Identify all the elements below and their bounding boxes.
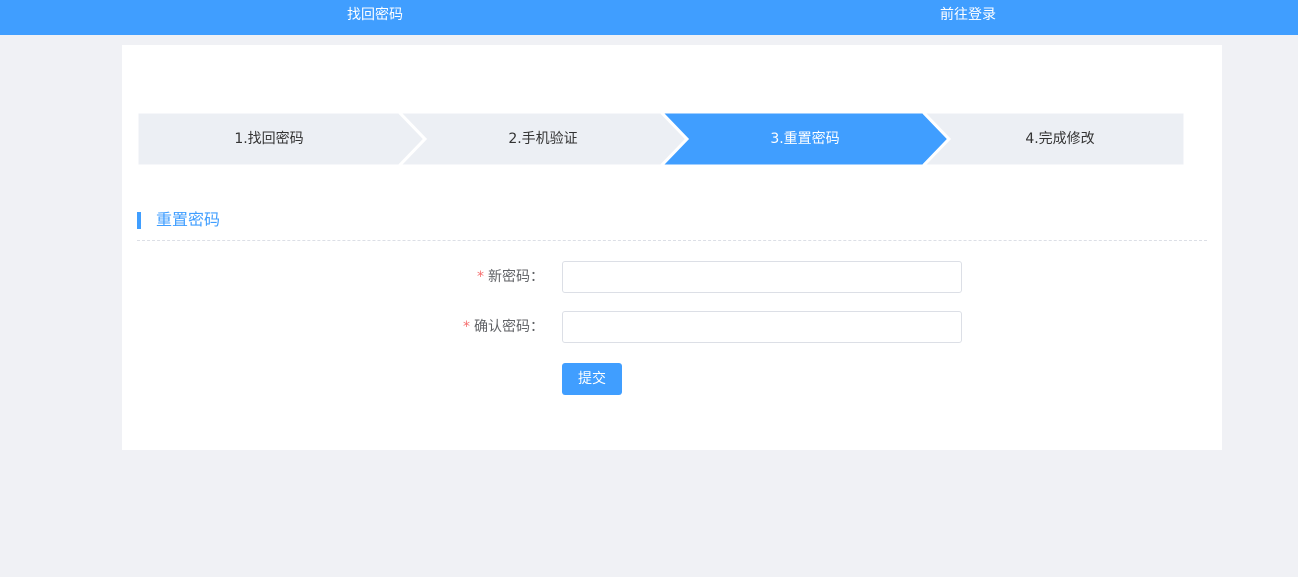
- confirm-password-label: * 确认密码：: [463, 311, 544, 343]
- confirm-password-row: * 确认密码：: [122, 311, 1222, 343]
- section-title: 重置密码: [156, 210, 221, 229]
- confirm-password-input[interactable]: [562, 311, 962, 343]
- nav-link-go-login[interactable]: 前往登录: [940, 0, 996, 31]
- step-2: 2.手机验证: [399, 112, 687, 166]
- new-password-label-text: 新密码：: [488, 269, 544, 285]
- section-title-bar: [137, 212, 141, 229]
- confirm-password-label-text: 确认密码：: [474, 319, 544, 335]
- step-2-label: 2.手机验证: [508, 131, 578, 147]
- required-mark: *: [463, 319, 470, 335]
- step-4-label: 4.完成修改: [1025, 131, 1095, 147]
- step-4: 4.完成修改: [923, 112, 1185, 166]
- step-1: 1.找回密码: [137, 112, 425, 166]
- section-divider: [137, 240, 1207, 241]
- new-password-row: * 新密码：: [122, 261, 1222, 293]
- new-password-input[interactable]: [562, 261, 962, 293]
- section-header: 重置密码: [137, 210, 1207, 230]
- step-3: 3.重置密码: [661, 112, 949, 166]
- step-3-label: 3.重置密码: [770, 131, 840, 147]
- submit-button[interactable]: 提交: [562, 363, 622, 395]
- top-nav-bar: 找回密码 前往登录: [0, 0, 1298, 35]
- main-panel: 1.找回密码 2.手机验证 3.重置密码 4.完成修改 重置密码 *新密码：: [122, 45, 1222, 450]
- nav-link-find-password[interactable]: 找回密码: [347, 0, 403, 31]
- new-password-label: * 新密码：: [477, 261, 544, 293]
- required-mark: *: [477, 269, 484, 285]
- step-progress: 1.找回密码 2.手机验证 3.重置密码 4.完成修改: [137, 112, 1185, 166]
- step-1-label: 1.找回密码: [234, 131, 304, 147]
